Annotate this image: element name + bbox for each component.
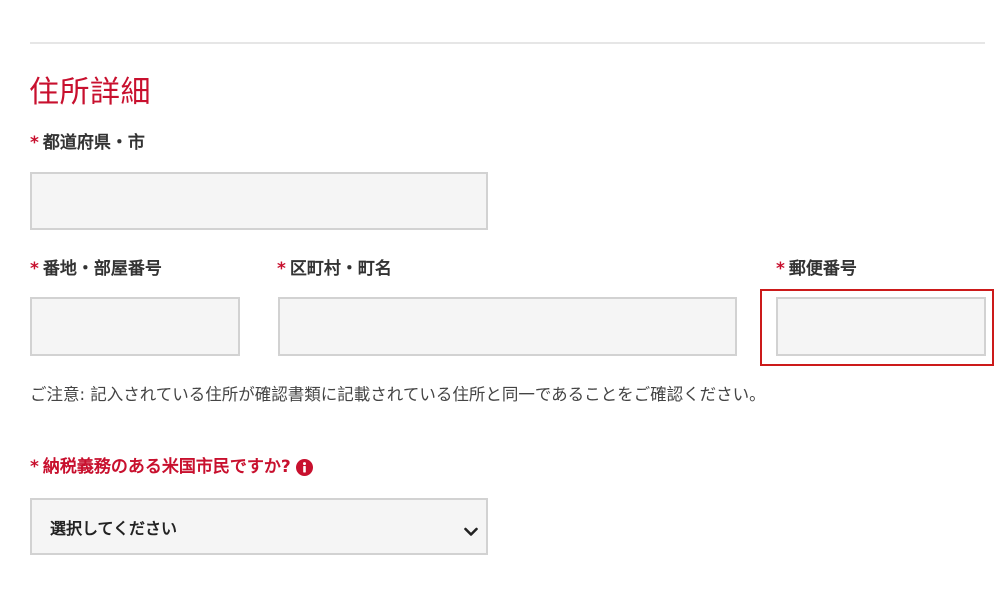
- prefecture-city-label: * 都道府県・市: [30, 132, 145, 154]
- postal-code-label-text: 郵便番号: [788, 259, 857, 279]
- ward-town-input[interactable]: [278, 297, 737, 356]
- tax-status-selected-value: 選択してください: [50, 518, 178, 538]
- chevron-down-icon: [464, 522, 478, 536]
- required-marker: *: [776, 259, 785, 279]
- required-marker: *: [30, 457, 39, 477]
- section-title: 住所詳細: [29, 75, 151, 110]
- required-marker: *: [30, 259, 39, 279]
- ward-town-label: * 区町村・町名: [277, 258, 392, 280]
- postal-code-input[interactable]: [776, 297, 986, 356]
- section-divider: [30, 42, 985, 44]
- street-room-label-text: 番地・部屋番号: [42, 259, 162, 279]
- tax-status-select[interactable]: 選択してください: [30, 498, 488, 555]
- postal-code-label: * 郵便番号: [776, 258, 857, 280]
- address-notice: ご注意: 記入されている住所が確認書類に記載されている住所と同一であることをご確…: [30, 385, 766, 404]
- required-marker: *: [277, 259, 286, 279]
- ward-town-label-text: 区町村・町名: [289, 259, 392, 279]
- prefecture-city-label-text: 都道府県・市: [42, 133, 145, 153]
- street-room-label: * 番地・部屋番号: [30, 258, 162, 280]
- street-room-input[interactable]: [30, 297, 240, 356]
- required-marker: *: [30, 133, 39, 153]
- tax-question-label: * 納税義務のある米国市民ですか?: [30, 456, 313, 478]
- info-icon[interactable]: [295, 458, 313, 476]
- prefecture-city-input[interactable]: [30, 172, 488, 230]
- tax-question-text: 納税義務のある米国市民ですか?: [42, 457, 291, 477]
- address-form-page: 住所詳細 * 都道府県・市 * 番地・部屋番号 * 区町村・町名 * 郵便番号 ご注意:…: [0, 0, 1000, 600]
